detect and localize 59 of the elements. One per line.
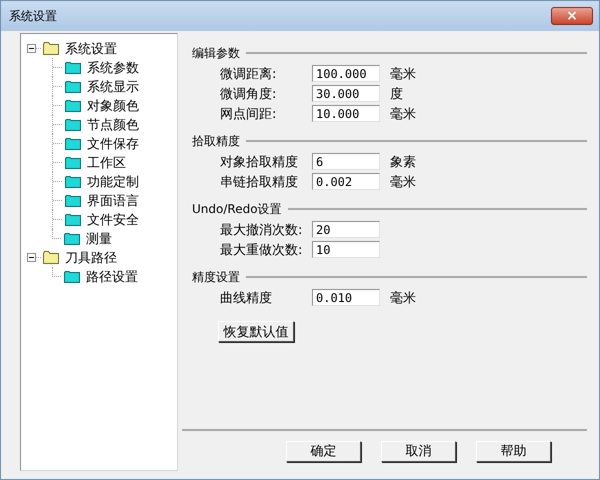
folder-icon <box>43 251 59 264</box>
tree-item[interactable]: 文件保存 <box>87 134 139 152</box>
tree-item[interactable]: 功能定制 <box>87 172 139 190</box>
reset-button[interactable]: 恢复默认值 <box>218 321 294 342</box>
tree-item[interactable]: 系统参数 <box>87 58 139 76</box>
folder-icon <box>43 42 59 55</box>
field-label: 微调距离: <box>220 66 278 82</box>
input-field[interactable]: 10 <box>312 241 380 258</box>
tree-item[interactable]: 系统设置 <box>65 40 117 58</box>
field-label: 最大撤消次数: <box>220 222 304 238</box>
unit-label: 毫米 <box>390 174 416 190</box>
folder-icon <box>65 100 81 112</box>
folder-icon <box>65 80 81 92</box>
folder-icon <box>65 138 81 150</box>
unit-label: 度 <box>390 86 403 102</box>
input-field[interactable]: 10.000 <box>312 105 380 122</box>
group-title: 精度设置 <box>192 268 240 286</box>
tree-item[interactable]: 工作区 <box>87 154 126 172</box>
unit-label: 毫米 <box>390 66 416 82</box>
field-label: 串链拾取精度 <box>220 174 299 190</box>
unit-label: 毫米 <box>390 106 416 122</box>
folder-icon <box>65 118 81 130</box>
unit-label: 毫米 <box>390 290 416 306</box>
folder-icon <box>65 176 81 188</box>
input-field[interactable]: 0.002 <box>312 173 380 190</box>
collapse-toggle-icon[interactable] <box>27 44 36 53</box>
field-label: 曲线精度 <box>220 290 273 306</box>
field-label: 最大重做次数: <box>220 242 304 258</box>
group-title: Undo/Redo设置 <box>192 200 282 218</box>
collapse-toggle-icon[interactable] <box>27 253 36 262</box>
tree-item[interactable]: 对象颜色 <box>87 96 139 114</box>
input-field[interactable]: 0.010 <box>312 289 380 306</box>
field-label: 微调角度: <box>220 86 278 102</box>
dialog-button[interactable]: 取消 <box>381 440 456 462</box>
field-label: 对象拾取精度 <box>220 154 299 170</box>
field-label: 网点间距: <box>220 106 278 122</box>
folder-icon <box>64 270 80 282</box>
input-field[interactable]: 30.000 <box>312 85 380 102</box>
folder-icon <box>65 214 81 226</box>
folder-icon <box>64 232 80 244</box>
tree-item[interactable]: 界面语言 <box>87 192 139 210</box>
tree-item[interactable]: 刀具路径 <box>65 248 117 266</box>
unit-label: 象素 <box>390 154 416 170</box>
tree-item[interactable]: 测量 <box>86 230 112 248</box>
dialog-button[interactable]: 帮助 <box>476 440 551 462</box>
group-title: 拾取精度 <box>192 132 240 150</box>
tree-item[interactable]: 路径设置 <box>86 268 138 286</box>
folder-icon <box>65 194 81 206</box>
tree-item[interactable]: 系统显示 <box>87 78 139 96</box>
folder-icon <box>65 156 81 168</box>
group-title: 编辑参数 <box>192 44 240 62</box>
input-field[interactable]: 20 <box>312 221 380 238</box>
input-field[interactable]: 6 <box>312 153 380 170</box>
window-title: 系统设置 <box>9 8 57 24</box>
tree-item[interactable]: 节点颜色 <box>87 116 139 134</box>
tree-item[interactable]: 文件安全 <box>87 210 139 228</box>
dialog-button[interactable]: 确定 <box>286 440 361 462</box>
folder-icon <box>65 62 81 74</box>
input-field[interactable]: 100.000 <box>312 65 380 82</box>
